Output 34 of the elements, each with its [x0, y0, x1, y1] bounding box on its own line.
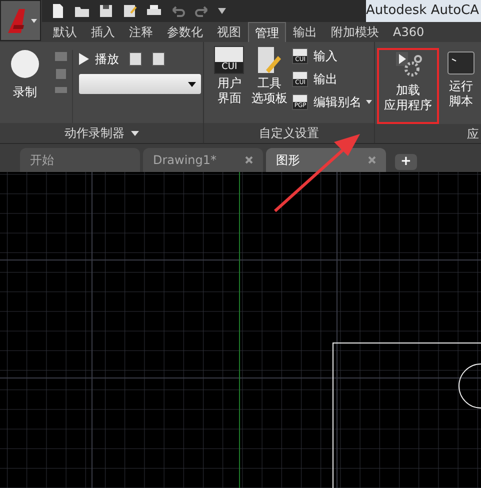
save-icon[interactable] — [98, 3, 114, 19]
ribbon-tab[interactable]: 管理 — [248, 22, 286, 42]
record-icon — [11, 50, 39, 78]
play-icon — [79, 53, 89, 65]
ribbon-large-button[interactable]: 加载 应用程序 — [377, 48, 439, 124]
application-menu-button[interactable] — [0, 0, 41, 41]
play-button[interactable]: 播放 — [79, 50, 119, 68]
ribbon-tab[interactable]: 输出 — [286, 22, 324, 42]
ribbon-tab[interactable]: 注释 — [122, 22, 160, 42]
dropdown-icon[interactable] — [218, 8, 226, 14]
new-tab-button[interactable]: + — [395, 154, 417, 170]
ribbon-large-button[interactable]: 工具 选项板 — [250, 46, 288, 123]
panel-title[interactable]: 动作录制器 — [0, 123, 204, 143]
ribbon-large-button[interactable]: CUI 用户 界面 — [210, 46, 248, 123]
ribbon-large-button[interactable]: 运行 脚本 — [441, 48, 481, 124]
window-title: Autodesk AutoCA — [366, 2, 479, 20]
file-tab[interactable]: 开始 — [20, 148, 140, 172]
file-tab[interactable]: 图形 — [266, 148, 386, 172]
ribbon-tab[interactable]: 参数化 — [160, 22, 210, 42]
record-button[interactable]: 录制 — [11, 50, 39, 101]
ribbon-tab[interactable]: 插入 — [84, 22, 122, 42]
ribbon-tab[interactable]: 附加模块 — [324, 22, 386, 42]
play-gear-icon — [394, 51, 422, 79]
caret-icon — [188, 82, 196, 86]
window-icon: CUI — [214, 46, 244, 74]
file-tab[interactable]: Drawing1* — [143, 148, 263, 172]
panel-title: 自定义设置 — [204, 123, 374, 143]
close-icon[interactable] — [245, 156, 253, 164]
terminal-icon — [447, 51, 475, 75]
ribbon-tab[interactable]: A360 — [386, 22, 432, 42]
save-as-icon[interactable] — [122, 3, 138, 19]
panel-title: 应 — [467, 126, 479, 142]
ribbon-tab[interactable]: 默认 — [46, 22, 84, 42]
ribbon-tab[interactable]: 视图 — [210, 22, 248, 42]
